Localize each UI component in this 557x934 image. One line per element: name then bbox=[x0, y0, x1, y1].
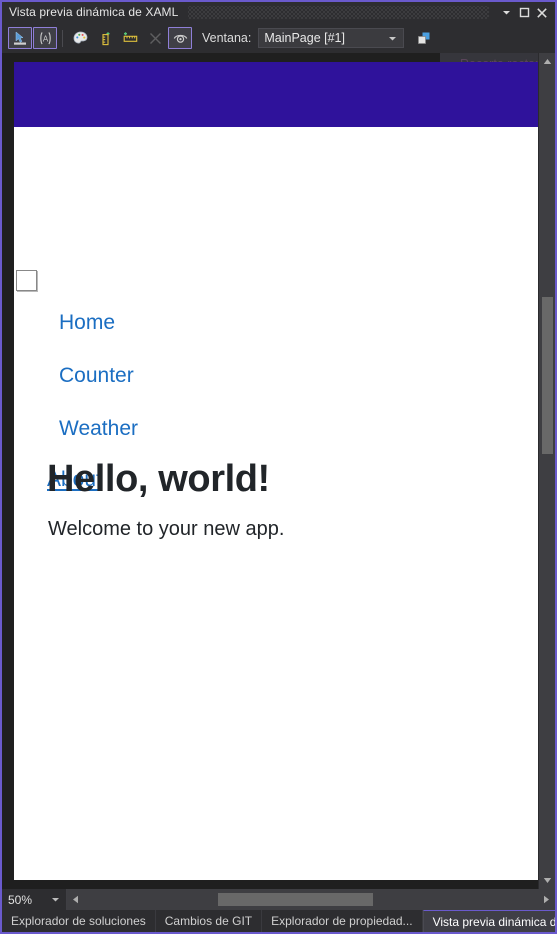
nav-link-home[interactable]: Home bbox=[59, 312, 538, 333]
scroll-right-icon[interactable] bbox=[538, 889, 555, 910]
horizontal-ruler-tool[interactable] bbox=[118, 27, 142, 49]
close-icon[interactable] bbox=[533, 3, 551, 22]
preview-bottom-bar: 50% bbox=[2, 889, 555, 910]
tab-label: Cambios de GIT bbox=[164, 914, 253, 928]
nav-link-weather[interactable]: Weather bbox=[59, 418, 538, 439]
window-select-combobox[interactable]: MainPage [#1] bbox=[258, 28, 405, 48]
vertical-scrollbar-thumb[interactable] bbox=[542, 297, 553, 454]
chevron-down-icon bbox=[51, 889, 60, 910]
xaml-rendered-page: Home Counter Weather About Hello, world!… bbox=[14, 62, 538, 880]
preview-surface: Recorte rectangular Home Counter Weather… bbox=[2, 53, 555, 889]
titlebar-drag-grip[interactable] bbox=[188, 6, 489, 19]
bottom-tool-window-tabs: Explorador de soluciones Cambios de GIT … bbox=[2, 910, 555, 932]
preview-toolbar: A Ventana: MainPage [#1] bbox=[2, 23, 555, 53]
scroll-left-icon[interactable] bbox=[67, 889, 84, 910]
preview-eye-tool[interactable] bbox=[168, 27, 192, 49]
popout-window-button[interactable] bbox=[413, 28, 435, 48]
display-text-tool[interactable]: A bbox=[33, 27, 57, 49]
window-select-value: MainPage [#1] bbox=[264, 31, 345, 45]
tab-label: Explorador de soluciones bbox=[11, 914, 146, 928]
tab-git-changes[interactable]: Cambios de GIT bbox=[156, 910, 263, 932]
vertical-ruler-tool[interactable] bbox=[93, 27, 117, 49]
tab-properties-explorer[interactable]: Explorador de propiedad... bbox=[262, 910, 423, 932]
horizontal-scrollbar-thumb[interactable] bbox=[218, 893, 373, 906]
app-content-area: Home Counter Weather About Hello, world!… bbox=[14, 127, 538, 880]
app-header-bar bbox=[14, 62, 538, 127]
xaml-live-preview-window: Vista previa dinámica de XAML A Ventana:… bbox=[0, 0, 557, 934]
tab-solution-explorer[interactable]: Explorador de soluciones bbox=[2, 910, 156, 932]
chevron-down-icon bbox=[388, 29, 397, 47]
window-title: Vista previa dinámica de XAML bbox=[9, 5, 179, 19]
window-select-label: Ventana: bbox=[202, 31, 252, 45]
maximize-icon[interactable] bbox=[515, 3, 533, 22]
page-title: Hello, world! bbox=[47, 458, 270, 500]
zoom-level-combobox[interactable]: 50% bbox=[2, 889, 67, 910]
horizontal-scrollbar[interactable] bbox=[67, 889, 555, 910]
tab-label: Vista previa dinámica de... bbox=[432, 914, 557, 929]
scroll-down-icon[interactable] bbox=[539, 872, 555, 889]
nav-menu-toggle-checkbox[interactable] bbox=[16, 270, 37, 291]
scroll-up-icon[interactable] bbox=[539, 53, 555, 70]
select-element-tool[interactable] bbox=[8, 27, 32, 49]
zoom-level-value: 50% bbox=[8, 892, 33, 907]
window-titlebar: Vista previa dinámica de XAML bbox=[2, 2, 555, 23]
color-palette-tool[interactable] bbox=[68, 27, 92, 49]
page-subtitle: Welcome to your new app. bbox=[48, 518, 285, 540]
svg-text:A: A bbox=[42, 34, 48, 43]
tab-xaml-live-preview[interactable]: Vista previa dinámica de... bbox=[422, 910, 557, 932]
tab-label: Explorador de propiedad... bbox=[271, 914, 413, 928]
clear-tool[interactable] bbox=[143, 27, 167, 49]
vertical-scrollbar[interactable] bbox=[538, 53, 555, 889]
toolbar-separator bbox=[62, 29, 63, 47]
chevron-down-icon[interactable] bbox=[497, 3, 515, 22]
nav-link-counter[interactable]: Counter bbox=[59, 365, 538, 386]
